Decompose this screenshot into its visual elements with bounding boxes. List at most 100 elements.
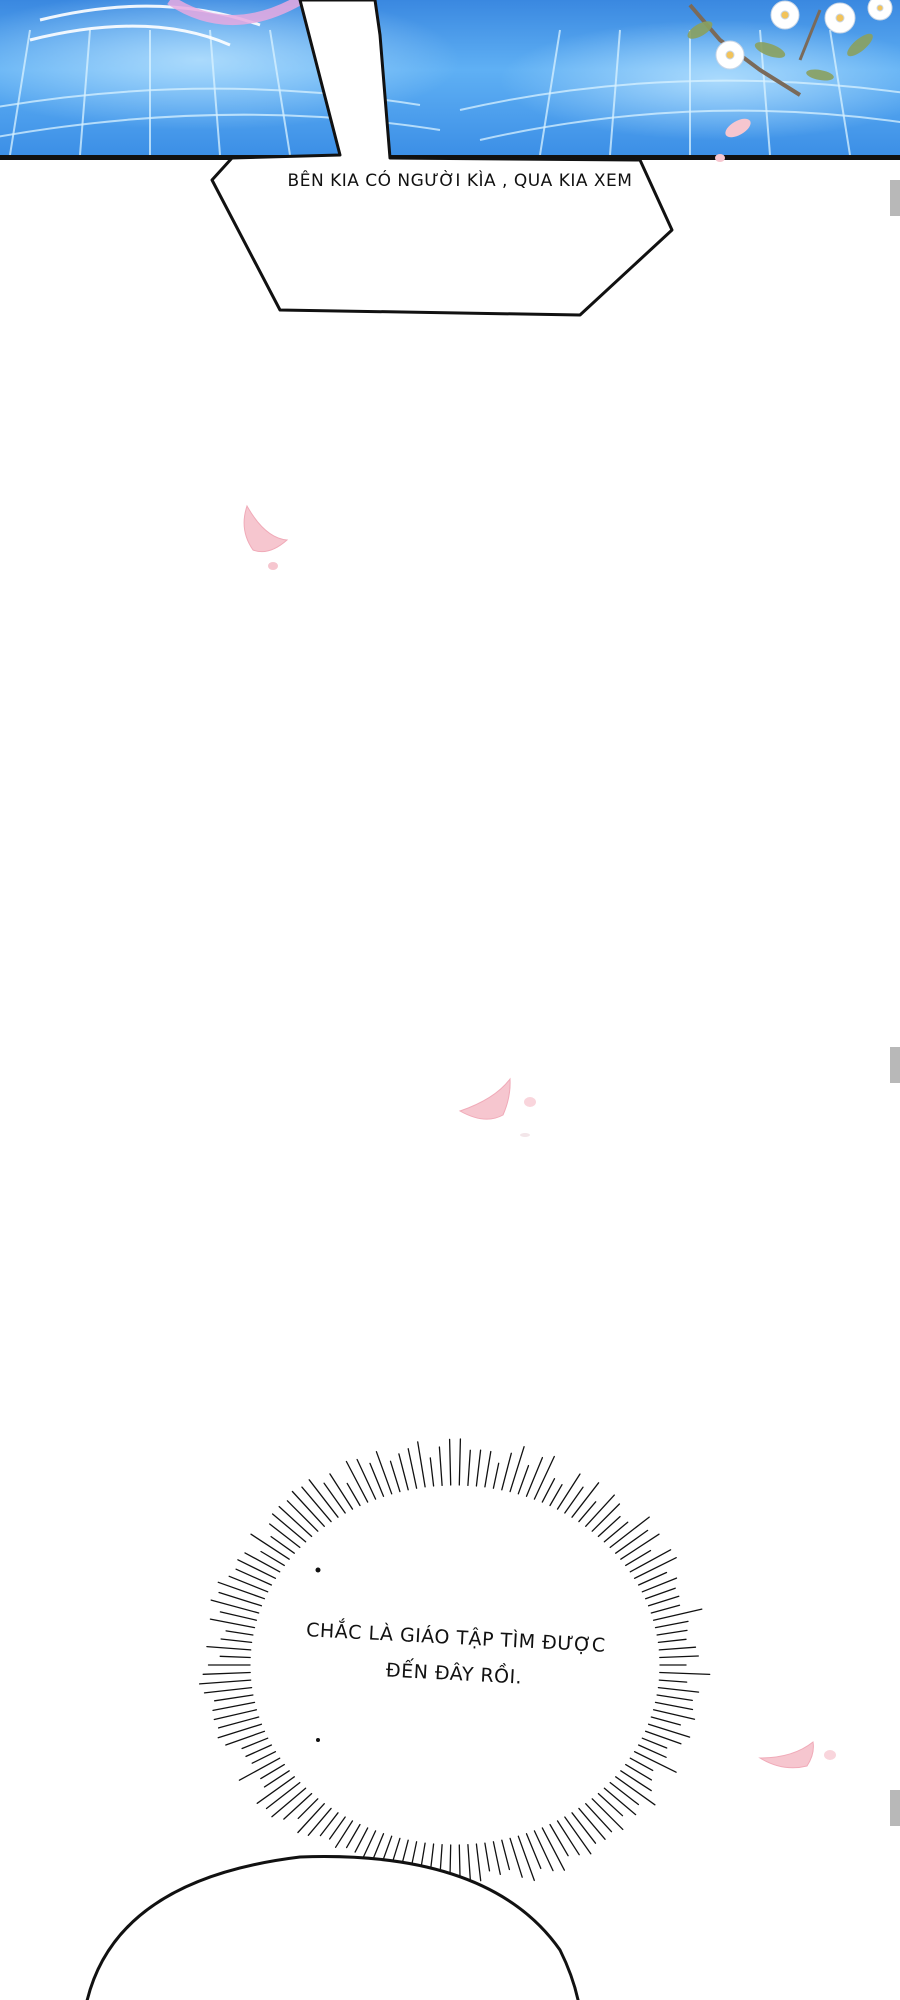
- burst-line: [297, 1798, 319, 1820]
- burst-line: [271, 1513, 307, 1543]
- burst-line: [591, 1503, 621, 1532]
- burst-line: [603, 1521, 629, 1543]
- burst-line: [533, 1455, 555, 1500]
- petal-icon: [458, 1077, 536, 1137]
- burst-line: [659, 1655, 699, 1659]
- burst-line: [458, 1438, 462, 1486]
- burst-line: [603, 1787, 637, 1816]
- sky-grid-art: [0, 0, 900, 155]
- burst-line: [652, 1709, 696, 1720]
- burst-line: [438, 1446, 443, 1487]
- burst-line: [212, 1701, 256, 1712]
- burst-line: [625, 1549, 652, 1567]
- scroll-marker: [890, 180, 900, 216]
- burst-line: [220, 1638, 253, 1644]
- burst-line: [217, 1581, 266, 1600]
- burst-line: [556, 1473, 581, 1510]
- burst-line: [202, 1671, 251, 1675]
- burst-line: [509, 1446, 525, 1493]
- burst-line: [213, 1709, 258, 1721]
- burst-line: [658, 1679, 688, 1683]
- burst-line: [609, 1516, 650, 1549]
- burst-line: [578, 1807, 606, 1840]
- burst-line: [591, 1798, 624, 1831]
- burst-speech-bubble: [198, 1438, 711, 1892]
- burst-line: [654, 1620, 689, 1629]
- speech-bubble-1-text: BÊN KIA CÓ NGƯỜI KÌA , QUA KIA XEM: [287, 171, 633, 191]
- scroll-marker: [890, 1790, 900, 1826]
- burst-line: [633, 1751, 677, 1773]
- burst-line: [218, 1591, 263, 1607]
- burst-line: [571, 1482, 600, 1518]
- burst-line: [328, 1816, 346, 1840]
- burst-line: [609, 1781, 640, 1806]
- burst-line: [265, 1781, 301, 1810]
- burst-line: [597, 1515, 621, 1538]
- burst-line: [650, 1716, 681, 1726]
- burst-line: [209, 1618, 256, 1629]
- burst-line: [291, 1490, 325, 1527]
- burst-line: [213, 1694, 254, 1702]
- burst-line: [217, 1716, 260, 1729]
- burst-line: [549, 1484, 563, 1507]
- burst-line: [467, 1449, 471, 1487]
- burst-line: [620, 1770, 652, 1792]
- burst-line: [217, 1723, 263, 1739]
- burst-line: [345, 1460, 369, 1503]
- burst-line: [269, 1523, 301, 1549]
- burst-line: [238, 1757, 281, 1781]
- burst-line: [647, 1723, 691, 1738]
- burst-line: [206, 1645, 252, 1651]
- top-illustration-panel: [0, 0, 900, 160]
- burst-line: [629, 1549, 672, 1573]
- burst-line: [329, 1473, 354, 1510]
- burst-line: [615, 1776, 656, 1806]
- burst-line: [286, 1500, 319, 1532]
- petal-icon: [243, 504, 289, 570]
- burst-line: [417, 1441, 426, 1488]
- burst-line: [633, 1557, 677, 1579]
- burst-line: [244, 1552, 281, 1573]
- burst-line: [301, 1486, 332, 1523]
- burst-line: [251, 1751, 277, 1764]
- burst-line: [278, 1505, 313, 1538]
- burst-line: [615, 1529, 649, 1554]
- burst-line: [585, 1494, 615, 1527]
- burst-line: [346, 1482, 361, 1507]
- burst-line: [308, 1479, 339, 1518]
- burst-line: [475, 1449, 482, 1487]
- burst-line: [644, 1730, 682, 1745]
- burst-line: [448, 1438, 452, 1486]
- burst-line: [620, 1533, 660, 1560]
- burst-line: [656, 1629, 688, 1636]
- burst-line: [637, 1744, 667, 1758]
- burst-line: [260, 1550, 285, 1567]
- burst-line: [260, 1763, 285, 1780]
- burst-line: [484, 1450, 492, 1488]
- burst-line: [235, 1568, 273, 1586]
- burst-line: [541, 1478, 556, 1503]
- burst-line: [659, 1671, 711, 1676]
- burst-line: [629, 1757, 654, 1772]
- burst-line: [571, 1812, 597, 1844]
- burst-line: [319, 1812, 339, 1837]
- burst-line: [250, 1533, 290, 1560]
- burst-line: [641, 1577, 678, 1593]
- burst-line: [525, 1456, 544, 1497]
- burst-line: [644, 1587, 676, 1600]
- burst-line: [597, 1792, 624, 1817]
- burst-line: [271, 1787, 307, 1818]
- burst-line: [650, 1604, 681, 1614]
- scroll-marker: [890, 1047, 900, 1083]
- burst-line: [578, 1501, 597, 1523]
- burst-line: [501, 1452, 512, 1491]
- burst-line: [564, 1486, 584, 1514]
- burst-line: [656, 1694, 693, 1702]
- burst-line: [492, 1462, 500, 1489]
- burst-line: [369, 1462, 385, 1497]
- burst-line: [389, 1460, 401, 1493]
- burst-line: [237, 1559, 277, 1579]
- burst-line: [647, 1595, 680, 1607]
- burst-line: [228, 1575, 269, 1593]
- burst-line: [297, 1803, 325, 1834]
